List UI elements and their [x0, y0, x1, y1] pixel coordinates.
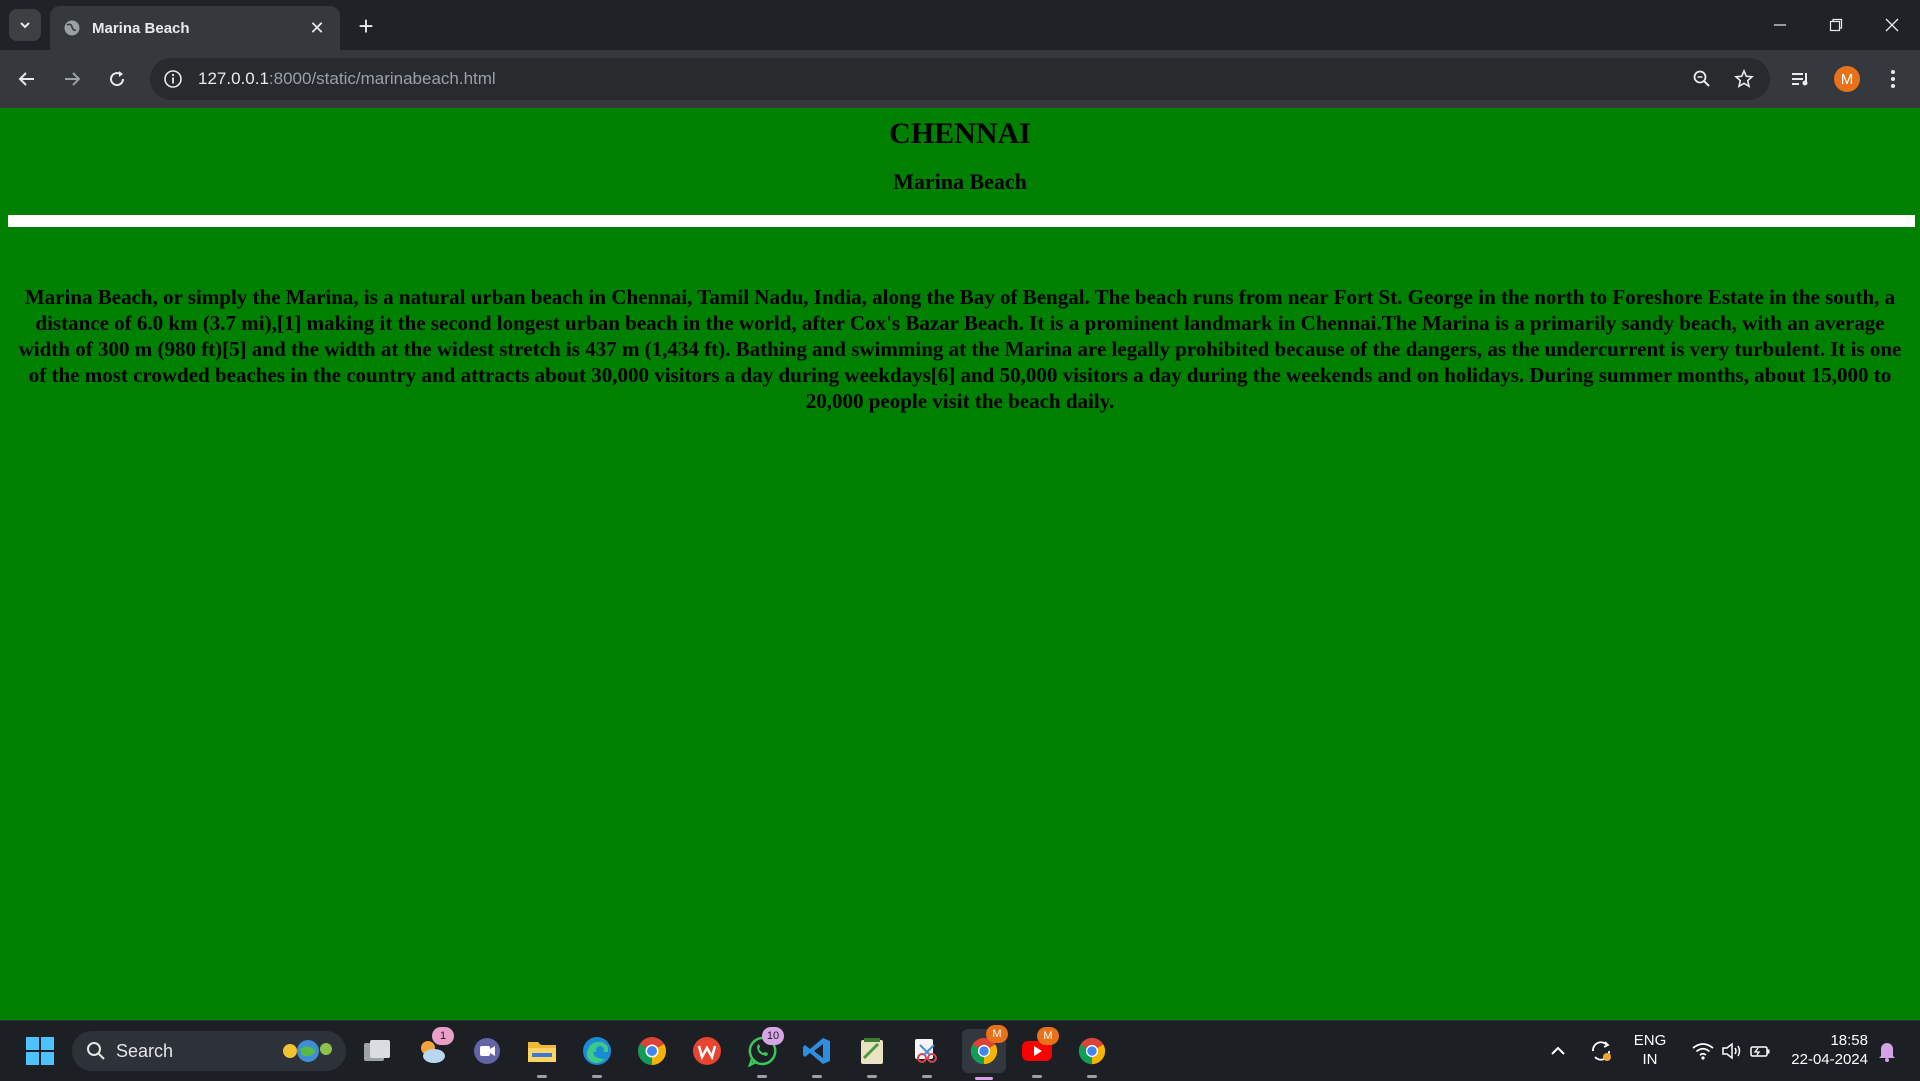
- language-indicator[interactable]: ENG IN: [1624, 1031, 1676, 1069]
- notepad-button[interactable]: [852, 1031, 892, 1078]
- running-indicator: [1087, 1075, 1097, 1078]
- chrome-app-button[interactable]: [1072, 1031, 1112, 1078]
- address-bar[interactable]: 127.0.0.1:8000/static/marinabeach.html: [150, 58, 1770, 100]
- reload-icon: [110, 71, 125, 87]
- close-window-button[interactable]: [1864, 0, 1920, 50]
- folder-icon: [528, 1042, 556, 1062]
- bell-icon: [1879, 1043, 1895, 1062]
- tab-close-icon[interactable]: ✕: [306, 17, 328, 39]
- media-control-button[interactable]: [1784, 62, 1818, 96]
- playlist-icon: [1792, 73, 1808, 86]
- snipping-tool-icon: [915, 1039, 937, 1063]
- more-vertical-icon: [1891, 70, 1895, 88]
- wps-office-icon: [693, 1037, 721, 1065]
- edge-icon: [583, 1037, 611, 1065]
- sync-status-button[interactable]: [1584, 1031, 1618, 1071]
- url-host: 127.0.0.1: [198, 69, 269, 88]
- language-region: IN: [1642, 1051, 1658, 1068]
- show-hidden-icons-button[interactable]: [1543, 1031, 1573, 1071]
- volume-icon: [1722, 1042, 1741, 1060]
- chrome-icon: [1078, 1037, 1106, 1065]
- chrome-profile-button[interactable]: M: [962, 1025, 1008, 1080]
- close-icon: [1885, 18, 1899, 32]
- search-highlight-icon: [283, 1040, 332, 1062]
- window-controls: [1752, 0, 1920, 50]
- minimize-icon: [1774, 24, 1786, 26]
- minimize-button[interactable]: [1752, 0, 1808, 50]
- page-paragraph: Marina Beach, or simply the Marina, is a…: [18, 285, 1902, 413]
- browser-tab[interactable]: Marina Beach ✕: [50, 6, 340, 50]
- horizontal-rule: [8, 215, 1915, 227]
- windows-logo-icon: [26, 1037, 54, 1065]
- site-info-icon[interactable]: [158, 64, 188, 94]
- file-explorer-button[interactable]: [522, 1031, 562, 1078]
- forward-button[interactable]: [55, 62, 89, 96]
- running-indicator: [757, 1075, 767, 1078]
- reload-button[interactable]: [100, 62, 134, 96]
- globe-icon: [62, 18, 82, 38]
- chrome-profile-badge: M: [986, 1025, 1008, 1043]
- notepad-icon: [861, 1038, 883, 1064]
- edge-button[interactable]: [577, 1031, 617, 1078]
- restore-button[interactable]: [1808, 0, 1864, 50]
- clock[interactable]: 18:58 22-04-2024: [1782, 1031, 1868, 1069]
- language-code: ENG: [1633, 1032, 1667, 1049]
- browser-menu-button[interactable]: [1876, 62, 1910, 96]
- quick-settings-button[interactable]: [1686, 1031, 1776, 1071]
- meet-app-button[interactable]: [467, 1031, 507, 1071]
- taskbar: Search 1 10 M M ENG IN 18:58 22-04-2024: [0, 1020, 1920, 1081]
- notifications-button[interactable]: [1872, 1031, 1902, 1071]
- bookmark-star-icon[interactable]: [1728, 63, 1760, 95]
- tab-strip: Marina Beach ✕ +: [0, 0, 1920, 50]
- page-subheading: Marina Beach: [893, 169, 1027, 194]
- search-icon: [87, 1042, 105, 1060]
- weather-badge: 1: [432, 1027, 454, 1045]
- chrome-icon: [638, 1037, 666, 1065]
- whatsapp-button[interactable]: 10: [742, 1027, 784, 1078]
- back-button[interactable]: [10, 62, 44, 96]
- wps-office-button[interactable]: [687, 1031, 727, 1071]
- task-view-icon: [364, 1040, 390, 1061]
- task-view-button[interactable]: [357, 1031, 397, 1071]
- start-button[interactable]: [20, 1031, 60, 1071]
- url-path: :8000/static/marinabeach.html: [268, 69, 496, 88]
- running-indicator: [812, 1075, 822, 1078]
- vscode-button[interactable]: [797, 1031, 837, 1078]
- page-viewport: CHENNAI Marina Beach Marina Beach, or si…: [0, 108, 1920, 1020]
- battery-icon: [1750, 1046, 1770, 1057]
- arrow-left-icon: [18, 72, 34, 86]
- tab-title: Marina Beach: [92, 19, 190, 37]
- clock-time: 18:58: [1830, 1032, 1868, 1049]
- running-indicator: [1032, 1075, 1042, 1078]
- running-indicator: [922, 1075, 932, 1078]
- youtube-button[interactable]: M: [1017, 1027, 1059, 1078]
- chevron-down-icon: [20, 22, 30, 29]
- youtube-profile-badge: M: [1037, 1027, 1059, 1045]
- search-label: Search: [116, 1040, 174, 1061]
- restore-icon: [1829, 18, 1843, 32]
- video-call-icon: [474, 1038, 500, 1064]
- taskbar-search[interactable]: Search: [72, 1031, 346, 1071]
- arrow-right-icon: [65, 72, 81, 86]
- browser-toolbar: 127.0.0.1:8000/static/marinabeach.html: [0, 50, 1920, 108]
- chrome-button[interactable]: [632, 1031, 672, 1071]
- wifi-icon: [1692, 1043, 1714, 1060]
- clock-date: 22-04-2024: [1791, 1051, 1868, 1068]
- running-indicator: [867, 1075, 877, 1078]
- weather-widget-button[interactable]: 1: [412, 1027, 454, 1071]
- url-text[interactable]: 127.0.0.1:8000/static/marinabeach.html: [198, 69, 496, 89]
- chevron-up-icon: [1551, 1046, 1565, 1055]
- sync-icon: [1592, 1041, 1611, 1061]
- running-indicator: [537, 1075, 547, 1078]
- tab-search-button[interactable]: [9, 9, 41, 41]
- whatsapp-badge: 10: [762, 1027, 784, 1045]
- new-tab-button[interactable]: +: [352, 12, 380, 40]
- zoom-icon[interactable]: [1686, 63, 1718, 95]
- profile-avatar[interactable]: M: [1834, 66, 1860, 92]
- running-indicator: [592, 1075, 602, 1078]
- vscode-icon: [803, 1038, 830, 1064]
- snipping-tool-button[interactable]: [907, 1031, 947, 1078]
- page-heading: CHENNAI: [889, 117, 1031, 150]
